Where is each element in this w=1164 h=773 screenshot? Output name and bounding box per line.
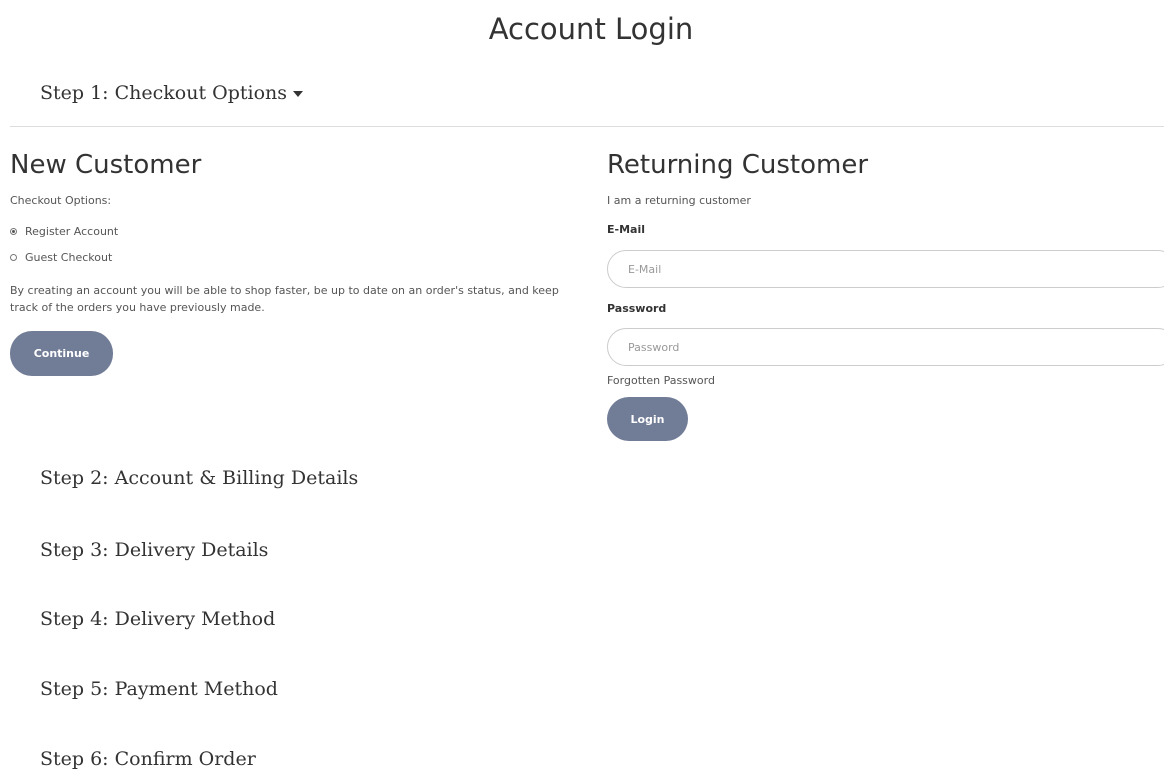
step-delivery-method[interactable]: Step 4: Delivery Method — [40, 608, 275, 630]
returning-customer-subtext: I am a returning customer — [607, 194, 751, 207]
caret-down-icon — [293, 91, 304, 97]
password-label: Password — [607, 302, 667, 315]
continue-button[interactable]: Continue — [10, 331, 113, 376]
radio-guest-checkout[interactable]: Guest Checkout — [10, 251, 112, 264]
forgotten-password-link[interactable]: Forgotten Password — [607, 374, 715, 387]
radio-guest-checkout-label: Guest Checkout — [25, 251, 113, 264]
returning-customer-heading: Returning Customer — [607, 150, 869, 180]
radio-button-unchecked[interactable] — [10, 254, 17, 261]
radio-button-checked[interactable] — [10, 228, 17, 235]
step-payment-method[interactable]: Step 5: Payment Method — [40, 678, 278, 700]
page-title: Account Login — [488, 12, 694, 46]
new-customer-heading: New Customer — [10, 150, 202, 180]
step-checkout-options[interactable]: Step 1: Checkout Options — [40, 82, 304, 104]
new-customer-description: By creating an account you will be able … — [10, 284, 559, 314]
section-divider — [10, 126, 1164, 127]
password-field[interactable] — [607, 328, 1164, 366]
step-delivery-details[interactable]: Step 3: Delivery Details — [40, 539, 268, 561]
login-button[interactable]: Login — [607, 397, 688, 441]
radio-register-account[interactable]: Register Account — [10, 225, 118, 238]
checkout-options-label: Checkout Options: — [10, 194, 112, 207]
email-field[interactable] — [607, 250, 1164, 288]
step-checkout-options-label: Step 1: Checkout Options — [40, 82, 288, 104]
step-account-billing[interactable]: Step 2: Account & Billing Details — [40, 467, 358, 489]
radio-register-account-label: Register Account — [25, 225, 119, 238]
step-confirm-order[interactable]: Step 6: Confirm Order — [40, 748, 256, 770]
email-label: E-Mail — [607, 223, 645, 236]
